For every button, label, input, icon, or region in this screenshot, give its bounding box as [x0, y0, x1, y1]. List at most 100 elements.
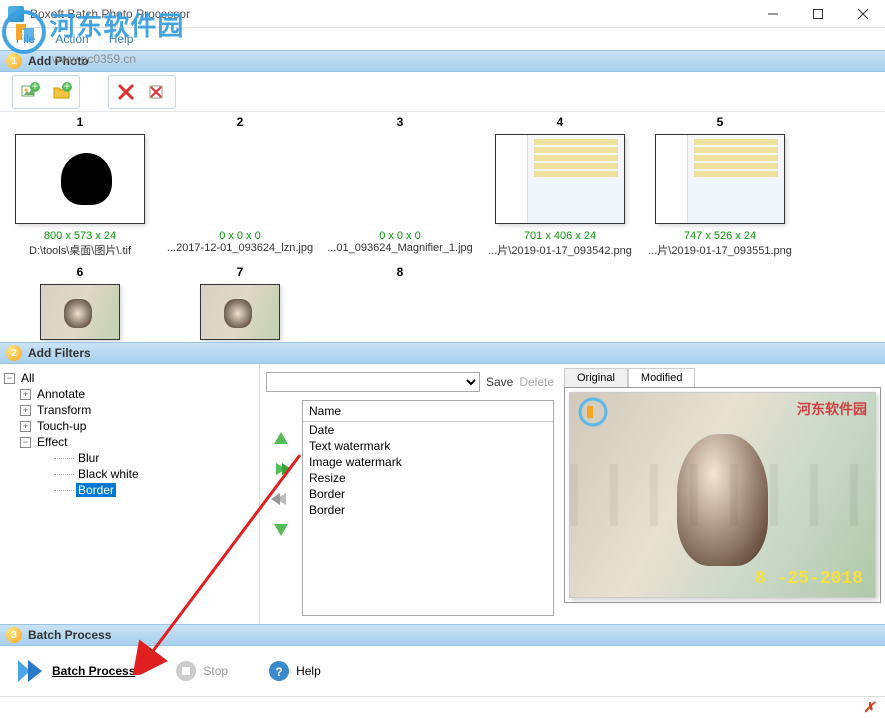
thumb-7[interactable]: 7	[160, 262, 320, 342]
thumb-image[interactable]	[175, 134, 305, 224]
thumb-path: ...片\2019-01-17_093542.png	[480, 242, 640, 258]
section-batch-process: 3 Batch Process	[0, 624, 885, 646]
thumb-dimensions: 0 x 0 x 0	[160, 230, 320, 242]
preview-bg-lines	[570, 464, 875, 525]
filter-item[interactable]: Resize	[303, 470, 553, 486]
thumb-num: 4	[480, 112, 640, 132]
app-icon	[8, 6, 24, 22]
add-photo-button[interactable]: +	[15, 78, 45, 106]
footer-close-icon[interactable]: ✗	[863, 699, 875, 716]
thumb-image[interactable]	[495, 134, 625, 224]
filter-item[interactable]: Image watermark	[303, 454, 553, 470]
batch-process-button[interactable]: Batch Process	[16, 658, 135, 684]
section-num-3: 3	[6, 627, 22, 643]
section-num-1: 1	[6, 53, 22, 69]
maximize-button[interactable]	[795, 0, 840, 28]
play-icon	[16, 658, 46, 684]
thumb-num: 3	[320, 112, 480, 132]
help-button[interactable]: ? Help	[268, 660, 321, 682]
thumb-image[interactable]	[335, 134, 465, 224]
tree-transform[interactable]: +Transform	[20, 402, 255, 418]
preview-image: 河东软件园 8 -25-2018	[569, 392, 876, 598]
thumb-4[interactable]: 4 701 x 406 x 24 ...片\2019-01-17_093542.…	[480, 112, 640, 258]
thumb-path: ...01_093624_Magnifier_1.jpg	[320, 242, 480, 254]
preview-text-watermark: 河东软件园	[797, 399, 867, 419]
preset-select[interactable]	[266, 372, 480, 392]
minimize-button[interactable]	[750, 0, 795, 28]
svg-text:?: ?	[275, 665, 282, 679]
thumb-num: 5	[640, 112, 800, 132]
filter-item[interactable]: Border	[303, 486, 553, 502]
stop-label: Stop	[203, 664, 228, 678]
preset-save[interactable]: Save	[486, 375, 513, 389]
thumb-image[interactable]	[200, 284, 280, 340]
stop-icon	[175, 660, 197, 682]
thumb-5[interactable]: 5 747 x 526 x 24 ...片\2019-01-17_093551.…	[640, 112, 800, 258]
thumb-path: ...片\2019-01-17_093551.png	[640, 242, 800, 258]
menu-action[interactable]: Action	[45, 30, 98, 48]
help-label: Help	[296, 664, 321, 678]
thumb-3[interactable]: 3 0 x 0 x 0 ...01_093624_Magnifier_1.jpg	[320, 112, 480, 258]
tree-all[interactable]: −All	[4, 370, 255, 386]
filter-item[interactable]: Text watermark	[303, 438, 553, 454]
filters-body: −All +Annotate +Transform +Touch-up −Eff…	[0, 364, 885, 624]
thumb-6[interactable]: 6	[0, 262, 160, 342]
add-folder-button[interactable]: +	[47, 78, 77, 106]
remove-button[interactable]	[111, 78, 141, 106]
preview-box: 河东软件园 8 -25-2018	[564, 387, 881, 603]
filter-list-header: Name	[303, 401, 553, 422]
thumb-2[interactable]: 2 0 x 0 x 0 ...2017-12-01_093624_lzn.jpg	[160, 112, 320, 258]
thumb-8[interactable]: 8	[320, 262, 480, 342]
thumb-image[interactable]	[360, 284, 440, 340]
photo-toolbar: + +	[0, 72, 885, 112]
preview-date-watermark: 8 -25-2018	[755, 569, 863, 589]
stop-button: Stop	[175, 660, 228, 682]
filter-item[interactable]: Border	[303, 502, 553, 518]
section-title-1: Add Photo	[28, 54, 89, 68]
svg-text:+: +	[31, 81, 38, 93]
tree-blackwhite[interactable]: Black white	[54, 466, 255, 482]
applied-filters-list[interactable]: Name DateText watermarkImage watermarkRe…	[302, 400, 554, 616]
filter-mid-panel: Save Delete Name DateText watermarkImage…	[260, 364, 560, 624]
thumb-num: 6	[0, 262, 160, 282]
thumb-num: 7	[160, 262, 320, 282]
preview-panel: Original Modified 河东软件园 8 -25-2018	[560, 364, 885, 624]
thumb-path: D:\tools\桌面\图片\.tif	[0, 242, 160, 258]
tree-annotate[interactable]: +Annotate	[20, 386, 255, 402]
menu-file[interactable]: File	[6, 30, 45, 48]
tree-blur[interactable]: Blur	[54, 450, 255, 466]
thumb-1[interactable]: 1 800 x 573 x 24 D:\tools\桌面\图片\.tif	[0, 112, 160, 258]
add-filter-button[interactable]	[270, 458, 292, 480]
move-down-button[interactable]	[270, 518, 292, 540]
thumb-num: 2	[160, 112, 320, 132]
remove-all-button[interactable]	[143, 78, 173, 106]
thumb-image[interactable]	[40, 284, 120, 340]
tab-modified[interactable]: Modified	[628, 368, 696, 387]
batch-process-label: Batch Process	[52, 664, 135, 678]
menubar: File Action Help	[0, 28, 885, 50]
thumb-num: 1	[0, 112, 160, 132]
window-title: Boxoft Batch Photo Processor	[30, 7, 190, 21]
svg-text:+: +	[63, 81, 70, 93]
section-add-filters: 2 Add Filters	[0, 342, 885, 364]
thumb-image[interactable]	[15, 134, 145, 224]
menu-help[interactable]: Help	[99, 30, 144, 48]
thumb-dimensions: 747 x 526 x 24	[640, 230, 800, 242]
preset-delete: Delete	[519, 375, 554, 389]
thumb-image[interactable]	[655, 134, 785, 224]
close-button[interactable]	[840, 0, 885, 28]
footer: ✗	[0, 696, 885, 718]
tab-original[interactable]: Original	[564, 368, 628, 387]
thumb-dimensions: 0 x 0 x 0	[320, 230, 480, 242]
section-add-photo: 1 Add Photo	[0, 50, 885, 72]
remove-filter-button[interactable]	[270, 488, 292, 510]
section-title-2: Add Filters	[28, 346, 91, 360]
tree-effect[interactable]: −Effect	[20, 434, 255, 450]
move-up-button[interactable]	[270, 428, 292, 450]
filter-item[interactable]: Date	[303, 422, 553, 438]
tree-border[interactable]: Border	[54, 482, 255, 498]
section-num-2: 2	[6, 345, 22, 361]
thumb-path: ...2017-12-01_093624_lzn.jpg	[160, 242, 320, 254]
tree-touchup[interactable]: +Touch-up	[20, 418, 255, 434]
thumbnail-area: 1 800 x 573 x 24 D:\tools\桌面\图片\.tif 2 0…	[0, 112, 885, 342]
